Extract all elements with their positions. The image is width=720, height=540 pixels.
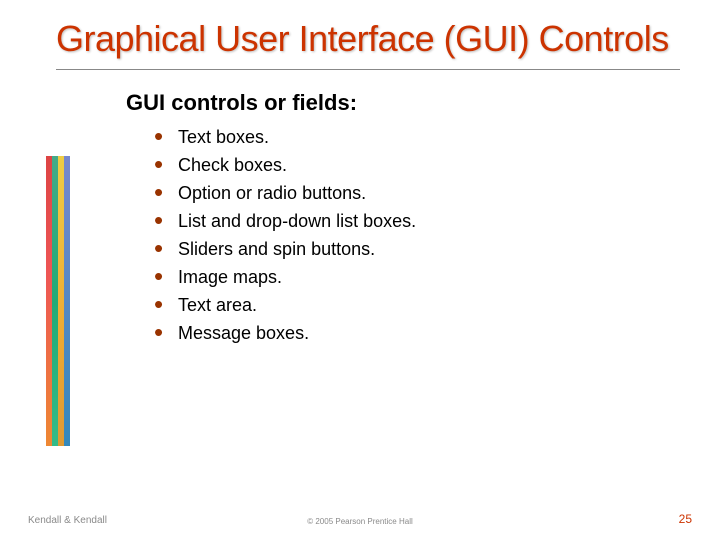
footer-author: Kendall & Kendall <box>28 515 107 526</box>
list-item: Sliders and spin buttons. <box>154 236 680 264</box>
list-item: List and drop-down list boxes. <box>154 208 680 236</box>
footer: Kendall & Kendall © 2005 Pearson Prentic… <box>0 512 720 526</box>
title-rule <box>56 69 680 70</box>
list-item: Message boxes. <box>154 320 680 348</box>
list-item: Text boxes. <box>154 124 680 152</box>
stripe-blue <box>64 156 70 446</box>
content-subhead: GUI controls or fields: <box>126 90 680 116</box>
slide: Graphical User Interface (GUI) Controls … <box>0 0 720 540</box>
list-item: Option or radio buttons. <box>154 180 680 208</box>
footer-page-number: 25 <box>679 512 692 526</box>
list-item: Image maps. <box>154 264 680 292</box>
content-block: GUI controls or fields: Text boxes. Chec… <box>126 90 680 347</box>
bullet-list: Text boxes. Check boxes. Option or radio… <box>154 124 680 347</box>
slide-title: Graphical User Interface (GUI) Controls <box>56 18 680 59</box>
list-item: Check boxes. <box>154 152 680 180</box>
footer-copyright: © 2005 Pearson Prentice Hall <box>307 517 413 526</box>
list-item: Text area. <box>154 292 680 320</box>
decorative-stripe <box>46 156 70 446</box>
